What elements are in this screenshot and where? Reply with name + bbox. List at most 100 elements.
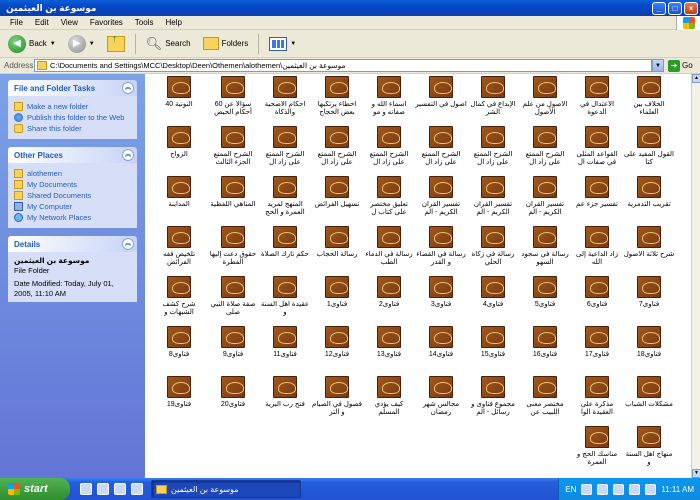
minimize-button[interactable]: _ [652,1,666,15]
file-item[interactable]: رسالة في الدماء الطب [363,226,415,267]
file-item[interactable]: المنهج لمريد العمرة و الحج [259,176,311,217]
file-item[interactable]: فتاوى17 [571,326,623,359]
menu-tools[interactable]: Tools [129,18,160,27]
menu-favorites[interactable]: Favorites [84,18,129,27]
file-item[interactable]: رسالة في القضاء و القدر [415,226,467,267]
file-item[interactable]: الشرح الممتع الجزء الثالث [207,126,259,167]
address-input[interactable]: C:\Documents and Settings\MCC\Desktop\De… [34,59,652,72]
file-item[interactable]: الشرح الممتع على زاد ال [415,126,467,167]
taskbar-window-button[interactable]: موسوعة بن العيثمين [151,480,301,498]
up-folder-button[interactable]: ↑ [103,33,129,55]
language-indicator[interactable]: EN [565,485,576,494]
file-item[interactable]: فتاوى2 [363,276,415,309]
quick-launch-desktop-icon[interactable] [97,483,109,495]
file-item[interactable]: شرح كشف الشبهات و [153,276,205,317]
file-item[interactable]: تقريب التدمرية [623,176,675,209]
collapse-chevron-icon[interactable]: ︽ [122,82,134,94]
file-item[interactable]: الخلاف بين العلماء [623,76,675,117]
place-my-documents[interactable]: My Documents [14,180,131,189]
vertical-scrollbar[interactable]: ▲ ▼ [691,74,700,478]
file-item[interactable]: فتاوى14 [415,326,467,359]
file-item[interactable]: الاعتدال في الدعوة [571,76,623,117]
scroll-down-icon[interactable]: ▼ [692,469,700,478]
back-button[interactable]: ◀ Back ▼ [4,33,60,55]
file-item[interactable]: فتاوى15 [467,326,519,359]
file-item[interactable]: القول المفيد على كتا [623,126,675,167]
folders-button[interactable]: Folders [199,33,253,55]
file-item[interactable]: صفة صلاة النبي صلى [207,276,259,317]
file-item[interactable]: فتاوى4 [467,276,519,309]
file-item[interactable]: مناسك الحج و العمرة [571,426,623,467]
make-new-folder-link[interactable]: Make a new folder [14,102,131,111]
search-button[interactable]: 🔍︎ Search [142,33,195,55]
address-dropdown-icon[interactable]: ▼ [652,59,664,72]
file-item[interactable]: مذكرة على العقيدة الوا [571,376,623,417]
file-item[interactable]: فتاوى8 [153,326,205,359]
file-item[interactable]: الزواج [153,126,205,159]
file-item[interactable]: الشرح الممتع على زاد ال [519,126,571,167]
tray-icon[interactable] [613,483,625,495]
file-item[interactable]: فتاوى1 [311,276,363,309]
start-button[interactable]: start [0,478,70,500]
file-item[interactable]: تسهيل الفرائض [311,176,363,209]
close-button[interactable]: × [684,1,698,15]
views-button[interactable]: ▼ [265,33,300,55]
file-item[interactable]: فتاوى20 [207,376,259,409]
place-alothemen[interactable]: alothemen [14,169,131,178]
scroll-up-icon[interactable]: ▲ [692,74,700,83]
file-item[interactable]: الشرح الممتع على زاد ال [363,126,415,167]
menu-file[interactable]: File [4,18,29,27]
share-folder-link[interactable]: Share this folder [14,124,131,133]
file-item[interactable]: فتاوى6 [571,276,623,309]
file-item[interactable]: فتاوى12 [311,326,363,359]
file-item[interactable]: حقوق دعت إليها الفطرة [207,226,259,267]
views-dropdown-icon[interactable]: ▼ [290,41,296,47]
file-item[interactable]: زاد الداعية إلى الله [571,226,623,267]
file-item[interactable]: الشرح الممتع على زاد ال [311,126,363,167]
forward-dropdown-icon[interactable]: ▼ [89,41,95,47]
publish-folder-link[interactable]: Publish this folder to the Web [14,113,131,122]
file-item[interactable]: تفسير القرآن الكريم - الم [519,176,571,217]
file-item[interactable]: فتاوى13 [363,326,415,359]
place-my-computer[interactable]: My Computer [14,202,131,211]
file-item[interactable]: مجموع فتاوى و رسائل - الم [467,376,519,417]
file-item[interactable]: فتاوى19 [153,376,205,409]
panel-header[interactable]: File and Folder Tasks ︽ [8,80,137,96]
file-item[interactable]: سؤالاً عن 60 أحكام الحيض [207,76,259,117]
file-item[interactable]: رسالة في سجود السهو [519,226,571,267]
collapse-chevron-icon[interactable]: ︽ [122,238,134,250]
file-item[interactable]: فصول في الصيام و التر [311,376,363,417]
file-item[interactable]: الشرح الممتع على زاد ال [259,126,311,167]
file-item[interactable]: رسالة الحجاب [311,226,363,259]
tray-icon[interactable] [597,483,609,495]
file-item[interactable]: القواعد المثلى في صفات ال [571,126,623,167]
title-bar[interactable]: موسوعة بن العيثمين _ □ × [0,0,700,16]
file-item[interactable]: تفسير القرآن الكريم - الم [467,176,519,217]
file-item[interactable]: عقيدة أهل السنة و [259,276,311,317]
file-item[interactable]: رسالة في زكاة الحلي [467,226,519,267]
file-item[interactable]: النونية 40 [153,76,205,109]
quick-launch-app-icon[interactable] [131,483,143,495]
file-item[interactable]: فتاوى5 [519,276,571,309]
quick-launch-media-icon[interactable] [114,483,126,495]
menu-view[interactable]: View [55,18,84,27]
file-item[interactable]: الشرح الممتع على زاد ال [467,126,519,167]
file-item[interactable]: الأصول من علم الأصول [519,76,571,117]
file-item[interactable]: تفسير جزء عم [571,176,623,209]
forward-button[interactable]: ▶ ▼ [64,33,99,55]
file-item[interactable]: مختصر معنى اللبيب عن [519,376,571,417]
file-item[interactable]: المناهي اللفظية [207,176,259,209]
file-item[interactable]: فتاوى7 [623,276,675,309]
file-list-view[interactable]: الخلاف بين العلماء الاعتدال في الدعوة الأص… [145,74,691,478]
file-item[interactable]: فتاوى3 [415,276,467,309]
panel-header[interactable]: Details ︽ [8,236,137,252]
file-item[interactable]: تعليق مختصر على كتاب ل [363,176,415,217]
file-item[interactable]: فتاوى16 [519,326,571,359]
file-item[interactable]: أصول في التفسير [415,76,467,109]
menu-edit[interactable]: Edit [29,18,55,27]
panel-header[interactable]: Other Places ︽ [8,147,137,163]
tray-icon[interactable] [581,483,593,495]
file-item[interactable]: منهاج أهل السنة و [623,426,675,467]
file-item[interactable]: فتاوى9 [207,326,259,359]
file-item[interactable]: المداينة [153,176,205,209]
